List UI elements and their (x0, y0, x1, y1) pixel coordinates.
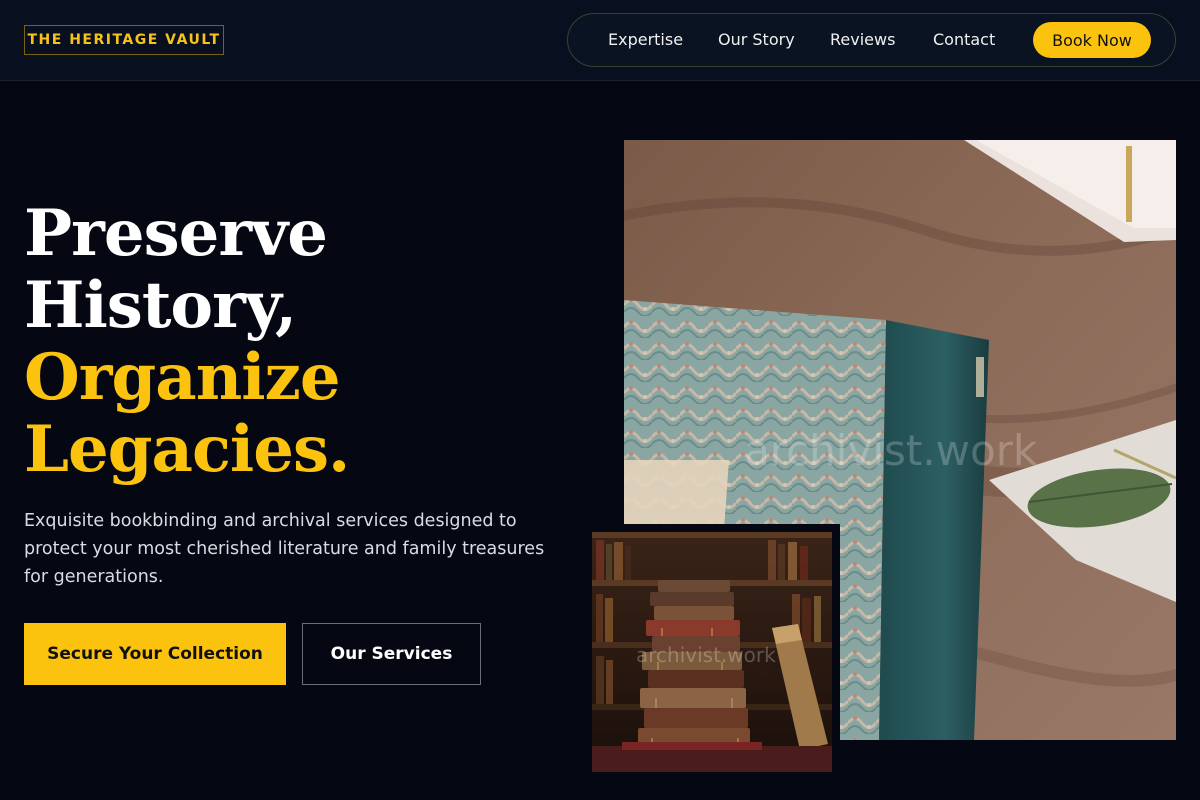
hero-headline: Preserve History, Organize Legacies. (24, 198, 564, 486)
main-nav: Expertise Our Story Reviews Contact Book… (567, 13, 1176, 67)
headline-line-legacies: Legacies. (24, 412, 350, 487)
nav-link-expertise[interactable]: Expertise (608, 14, 683, 66)
secure-collection-button[interactable]: Secure Your Collection (24, 623, 286, 685)
hero-image-bookstack: archivist.work (592, 532, 832, 772)
small-image-watermark: archivist.work (636, 643, 776, 667)
our-services-button[interactable]: Our Services (302, 623, 481, 685)
book-now-button[interactable]: Book Now (1033, 22, 1151, 58)
main-image-watermark: archivist.work (744, 426, 1038, 475)
site-header: THE HERITAGE VAULT Expertise Our Story R… (0, 0, 1200, 81)
headline-line-history: History, (24, 268, 297, 343)
brand-logo[interactable]: THE HERITAGE VAULT (24, 25, 224, 55)
nav-link-our-story[interactable]: Our Story (718, 14, 795, 66)
nav-link-reviews[interactable]: Reviews (830, 14, 895, 66)
nav-link-contact[interactable]: Contact (933, 14, 995, 66)
headline-line-organize: Organize (24, 340, 341, 415)
headline-line-preserve: Preserve (24, 196, 328, 271)
hero-description: Exquisite bookbinding and archival servi… (24, 511, 545, 587)
